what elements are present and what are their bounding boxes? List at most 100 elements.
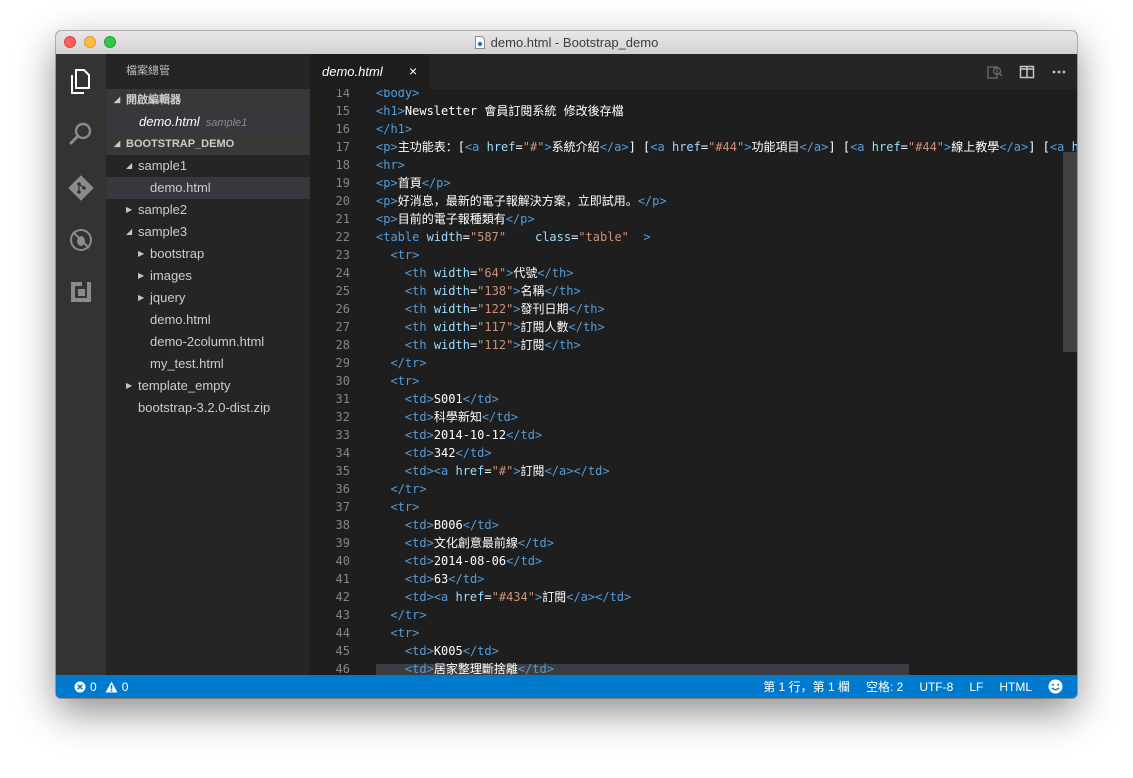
git-icon[interactable] xyxy=(56,168,106,208)
code-token: <th xyxy=(404,320,434,334)
code-token: </p> xyxy=(421,176,451,190)
tab-demo-html[interactable]: demo.html × xyxy=(310,54,430,89)
line-content: <td>342</td> xyxy=(376,444,492,462)
code-token: = xyxy=(484,590,492,604)
tree-file-item[interactable]: my_test.html xyxy=(106,353,310,375)
code-token: K005 xyxy=(433,644,463,658)
cursor-position[interactable]: 第 1 行，第 1 欄 xyxy=(763,678,850,695)
code-token: 訂閱 xyxy=(520,464,545,478)
files-icon[interactable] xyxy=(56,62,106,102)
open-editors-section[interactable]: ◢ 開啟編輯器 xyxy=(106,89,310,111)
code-token: href xyxy=(671,140,701,154)
code-token: <body> xyxy=(376,89,420,100)
code-token: 名稱 xyxy=(520,284,545,298)
code-token: ] [ xyxy=(828,140,851,154)
code-token: width xyxy=(433,284,470,298)
code-line: 30 <tr> xyxy=(310,372,1077,390)
code-token: </td> xyxy=(462,644,499,658)
more-icon[interactable] xyxy=(1051,64,1067,80)
error-count: 0 xyxy=(90,679,97,694)
code-token: <td> xyxy=(404,410,434,424)
tree-item-label: sample3 xyxy=(138,224,188,239)
line-content: <td>2014-10-12</td> xyxy=(376,426,542,444)
indentation[interactable]: 空格: 2 xyxy=(866,678,903,695)
tree-item-label: sample1 xyxy=(138,158,188,173)
close-tab-icon[interactable]: × xyxy=(409,63,417,79)
code-token: <td> xyxy=(404,554,434,568)
search-icon[interactable] xyxy=(56,114,106,154)
split-editor-icon[interactable] xyxy=(1019,64,1035,80)
code-token: </td> xyxy=(517,662,554,675)
code-line: 40 <td>2014-08-06</td> xyxy=(310,552,1077,570)
code-line: 14 <body> xyxy=(310,89,1077,102)
tree-item-label: bootstrap-3.2.0-dist.zip xyxy=(138,400,271,415)
problems-indicator[interactable]: 0 0 xyxy=(74,680,128,694)
code-token: <h1> xyxy=(376,104,405,118)
file-tree: ◢ sample1 demo.html ▶ sample2 ◢ sample3 ▶ bootst… xyxy=(106,155,310,419)
code-token: <td> xyxy=(404,572,434,586)
vertical-scrollbar[interactable] xyxy=(1063,152,1077,352)
code-token: = xyxy=(462,230,470,244)
encoding[interactable]: UTF-8 xyxy=(919,680,953,694)
code-token: = xyxy=(484,464,492,478)
tree-folder-item[interactable]: ▶ images xyxy=(106,265,310,287)
tree-item-label: jquery xyxy=(150,290,186,305)
code-token: Newsletter 會員訂閱系統 修改後存檔 xyxy=(404,104,624,118)
code-token: 2014-08-06 xyxy=(433,554,507,568)
line-number: 19 xyxy=(335,176,350,190)
tree-file-item[interactable]: demo-2column.html xyxy=(106,331,310,353)
code-token: 342 xyxy=(433,446,456,460)
editor-window: demo.html - Bootstrap_demo 檔案總管 ◢ 開啟編輯器 … xyxy=(56,31,1077,698)
tree-folder-item[interactable]: ▶ sample2 xyxy=(106,199,310,221)
tree-file-item[interactable]: bootstrap-3.2.0-dist.zip xyxy=(106,397,310,419)
code-line: 25 <th width="138">名稱</th> xyxy=(310,282,1077,300)
code-token: 主功能表：[ xyxy=(397,140,465,154)
line-number: 29 xyxy=(335,356,350,370)
line-number: 18 xyxy=(335,158,350,172)
code-token: "122" xyxy=(477,302,514,316)
code-token: <p> xyxy=(376,212,398,226)
open-changes-icon[interactable] xyxy=(987,64,1003,80)
line-number: 25 xyxy=(335,284,350,298)
line-number: 14 xyxy=(335,89,350,100)
code-token: class xyxy=(534,230,572,244)
status-bar: 0 0 第 1 行，第 1 欄 空格: 2 UTF-8 LF HTML xyxy=(56,675,1077,698)
code-token: "587" xyxy=(469,230,507,244)
tree-folder-item[interactable]: ▶ template_empty xyxy=(106,375,310,397)
project-section[interactable]: ◢ BOOTSTRAP_DEMO xyxy=(106,133,310,155)
line-ending[interactable]: LF xyxy=(969,680,983,694)
code-line: 26 <th width="122">發刊日期</th> xyxy=(310,300,1077,318)
tree-item-label: template_empty xyxy=(138,378,231,393)
tree-file-item[interactable]: demo.html xyxy=(106,309,310,331)
code-token: <th xyxy=(404,338,434,352)
line-content: </tr> xyxy=(376,480,426,498)
line-content: <td>B006</td> xyxy=(376,516,499,534)
line-content: <td><a href="#">訂閱</a></td> xyxy=(376,462,610,480)
tree-file-item[interactable]: demo.html xyxy=(106,177,310,199)
code-line: 35 <td><a href="#">訂閱</a></td> xyxy=(310,462,1077,480)
tree-folder-item[interactable]: ▶ jquery xyxy=(106,287,310,309)
code-token: </a> xyxy=(999,140,1029,154)
line-number: 32 xyxy=(335,410,350,424)
editor-area: demo.html × 14 <body> 15 <h1>Newsletter 會員訂… xyxy=(310,54,1077,675)
code-token: "112" xyxy=(477,338,514,352)
debug-icon[interactable] xyxy=(56,220,106,260)
extensions-icon[interactable] xyxy=(56,272,106,312)
code-token: </a></td> xyxy=(566,590,632,604)
line-content: <th width="117">訂閱人數</th> xyxy=(376,318,605,336)
code-token: </th> xyxy=(544,338,581,352)
tree-folder-item[interactable]: ◢ sample3 xyxy=(106,221,310,243)
explorer-title: 檔案總管 xyxy=(126,65,170,77)
code-view[interactable]: 14 <body> 15 <h1>Newsletter 會員訂閱系統 修改後存檔 16 <… xyxy=(310,89,1077,675)
tree-folder-item[interactable]: ▶ bootstrap xyxy=(106,243,310,265)
feedback-smiley-icon[interactable] xyxy=(1048,679,1063,694)
line-number: 26 xyxy=(335,302,350,316)
tree-folder-item[interactable]: ◢ sample1 xyxy=(106,155,310,177)
language-mode[interactable]: HTML xyxy=(999,680,1032,694)
tab-bar: demo.html × xyxy=(310,54,1077,89)
line-number: 15 xyxy=(335,104,350,118)
open-editor-item[interactable]: demo.html sample1 xyxy=(106,111,310,133)
code-token: "#44" xyxy=(708,140,745,154)
